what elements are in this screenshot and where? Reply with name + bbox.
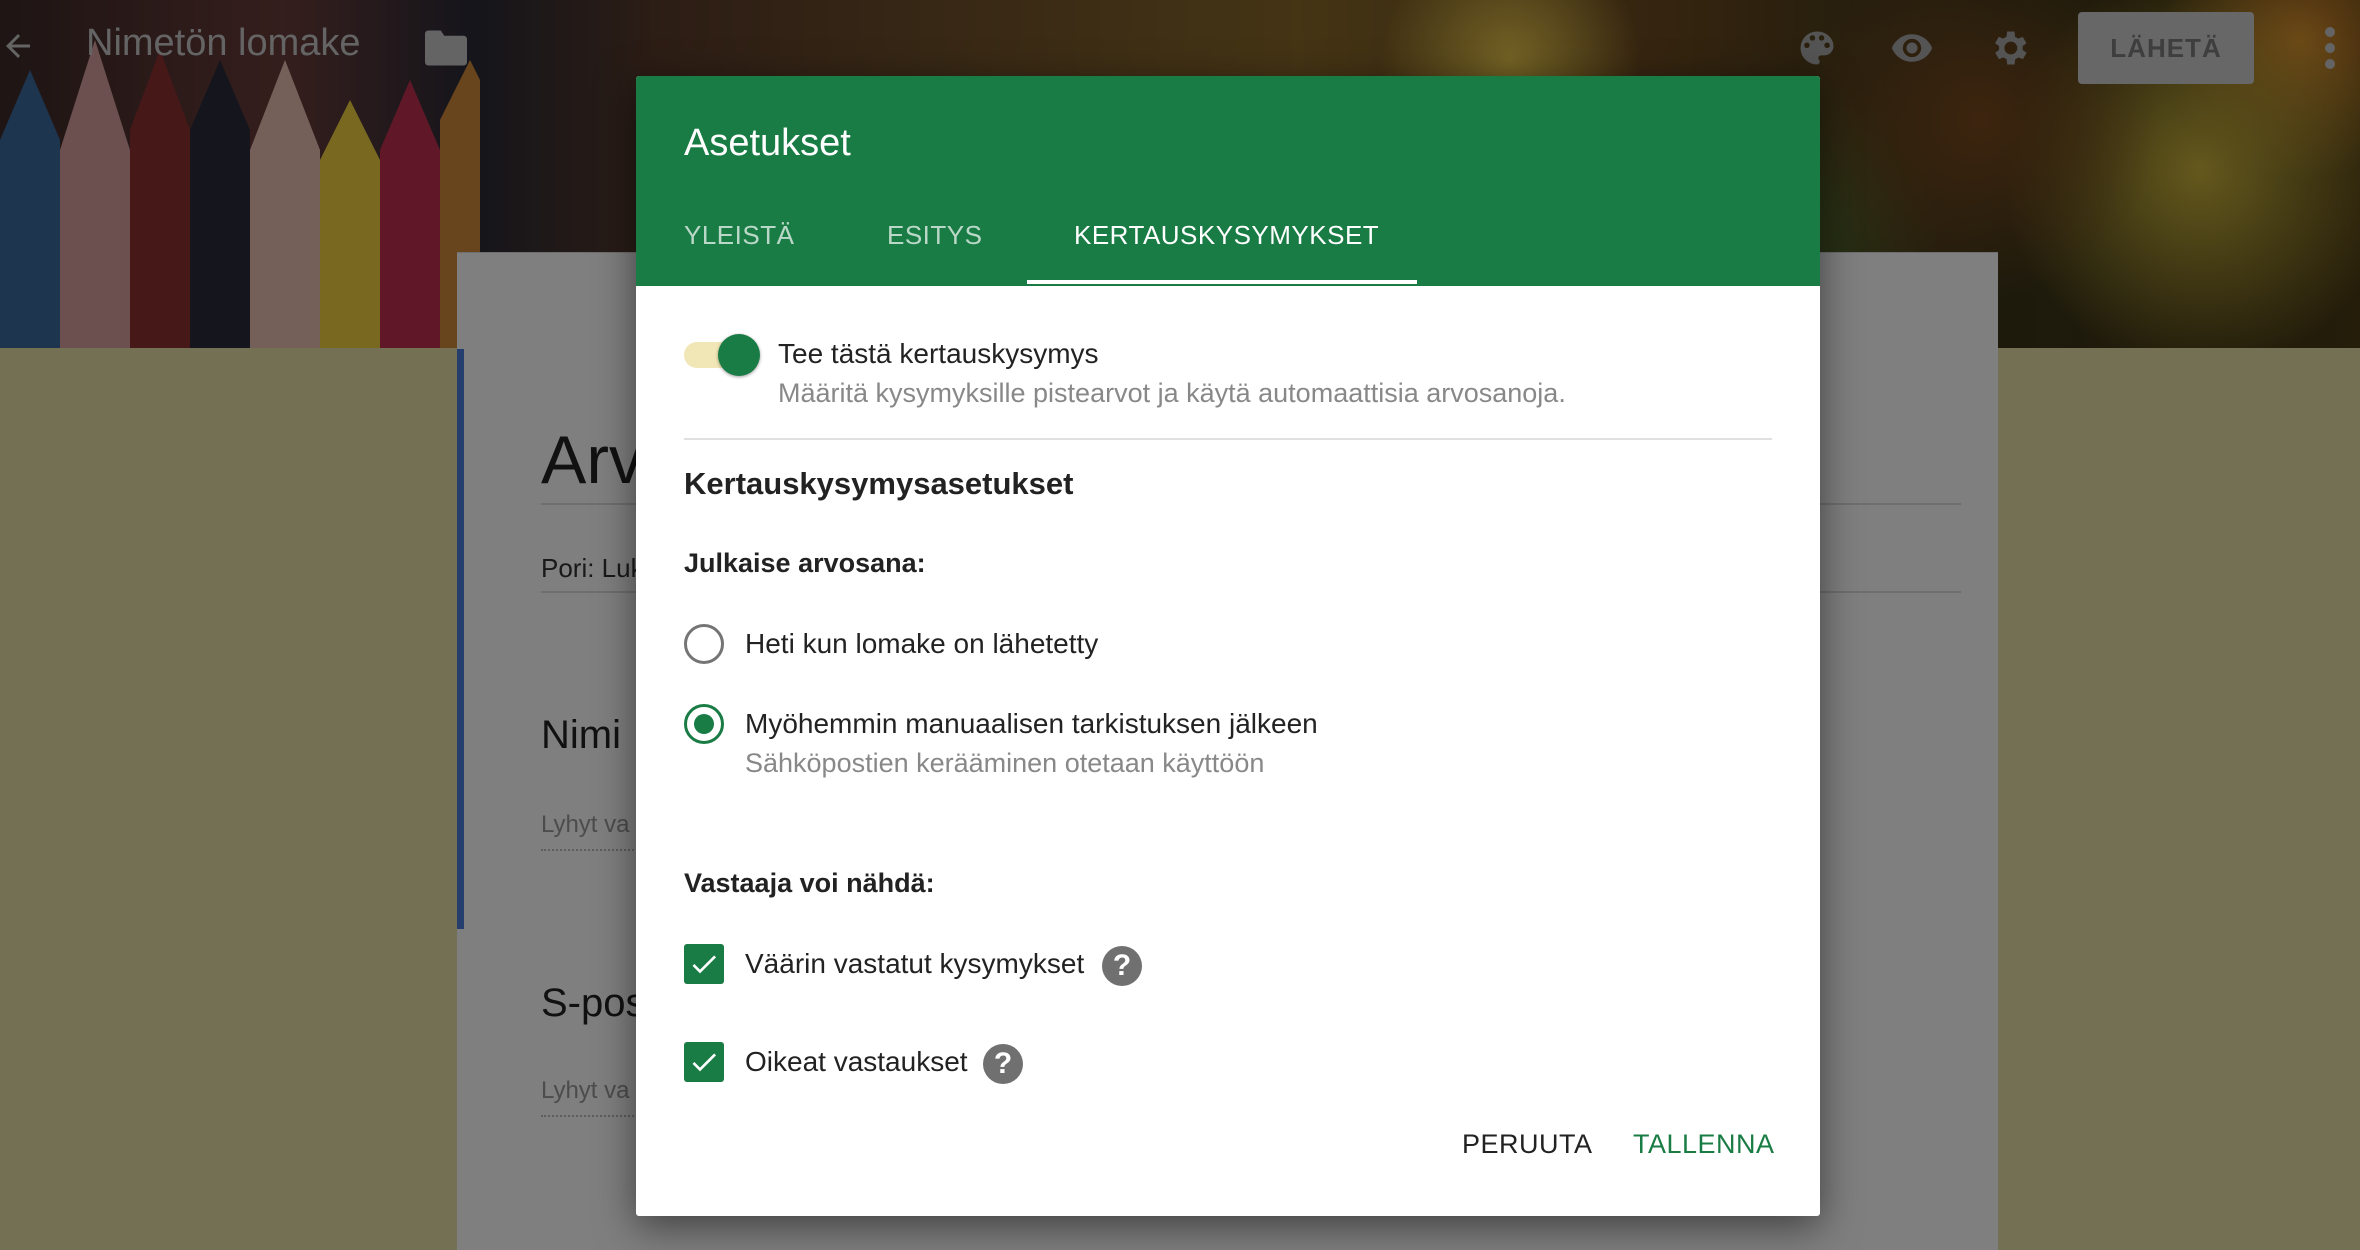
dialog-title: Asetukset: [684, 122, 851, 164]
check-icon: [692, 955, 716, 974]
radio-later-label[interactable]: Myöhemmin manuaalisen tarkistuksen jälke…: [745, 708, 1318, 740]
radio-later-manual-review[interactable]: [684, 704, 724, 744]
settings-dialog: Asetukset YLEISTÄ ESITYS KERTAUSKYSYMYKS…: [636, 76, 1820, 1216]
missed-questions-label[interactable]: Väärin vastatut kysymykset: [745, 948, 1084, 980]
radio-later-sublabel: Sähköpostien kerääminen otetaan käyttöön: [745, 748, 1265, 778]
correct-answers-label[interactable]: Oikeat vastaukset: [745, 1046, 968, 1078]
radio-immediately[interactable]: [684, 624, 724, 664]
check-icon: [692, 1053, 716, 1072]
quiz-toggle-description: Määritä kysymyksille pistearvot ja käytä…: [778, 378, 1566, 408]
release-grade-heading: Julkaise arvosana:: [684, 548, 926, 578]
divider: [684, 438, 1772, 440]
tab-quizzes[interactable]: KERTAUSKYSYMYKSET: [1074, 220, 1379, 251]
quiz-toggle-switch[interactable]: [718, 334, 760, 376]
radio-immediately-label[interactable]: Heti kun lomake on lähetetty: [745, 628, 1098, 660]
respondent-can-see-heading: Vastaaja voi nähdä:: [684, 868, 935, 898]
checkbox-correct-answers[interactable]: [684, 1042, 724, 1082]
help-icon[interactable]: ?: [983, 1044, 1023, 1084]
save-button[interactable]: TALLENNA: [1633, 1129, 1775, 1160]
checkbox-missed-questions[interactable]: [684, 944, 724, 984]
help-icon[interactable]: ?: [1102, 946, 1142, 986]
active-tab-indicator: [1027, 280, 1417, 284]
quiz-settings-heading: Kertauskysymysasetukset: [684, 466, 1074, 501]
cancel-button[interactable]: PERUUTA: [1462, 1129, 1593, 1160]
dialog-header: Asetukset YLEISTÄ ESITYS KERTAUSKYSYMYKS…: [636, 76, 1820, 286]
tab-general[interactable]: YLEISTÄ: [684, 220, 794, 251]
tab-presentation[interactable]: ESITYS: [887, 220, 982, 251]
quiz-toggle-label: Tee tästä kertauskysymys: [778, 338, 1099, 369]
